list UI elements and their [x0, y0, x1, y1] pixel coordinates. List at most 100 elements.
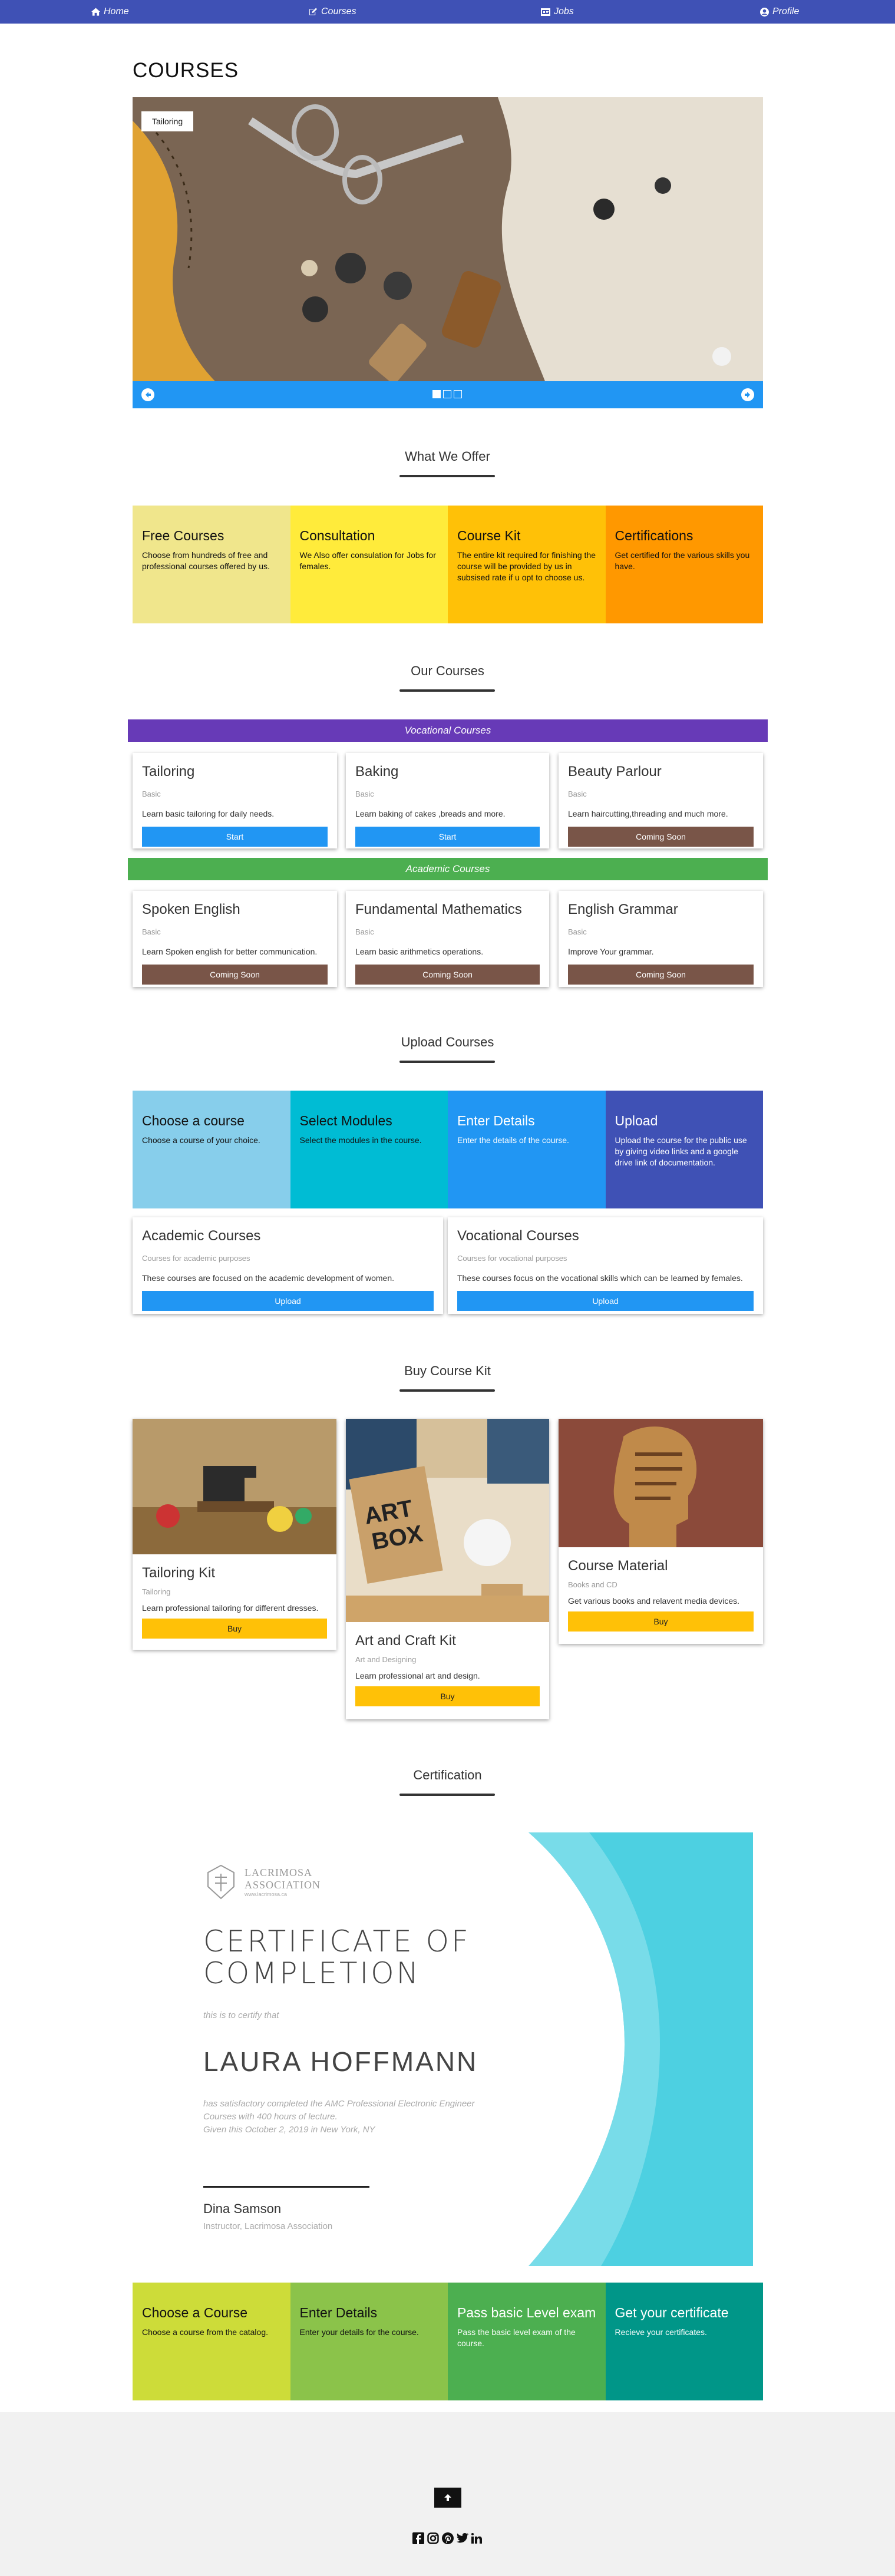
twitter-icon[interactable]	[457, 2533, 468, 2544]
carousel-dot-2[interactable]	[443, 390, 451, 398]
offer-tile: Course Kit The entire kit required for fi…	[448, 506, 606, 623]
nav-home[interactable]: Home	[91, 6, 129, 17]
instagram-icon[interactable]	[427, 2532, 439, 2544]
upload-button[interactable]: Upload	[142, 1291, 434, 1311]
buy-button[interactable]: Buy	[142, 1619, 327, 1639]
upload-button[interactable]: Upload	[457, 1291, 754, 1311]
nav-jobs-label: Jobs	[554, 6, 574, 16]
association-seal-icon	[207, 1864, 235, 1900]
section-title-upload: Upload Courses	[401, 1035, 494, 1049]
course-level: Basic	[355, 927, 374, 936]
upload-step-title: Enter Details	[457, 1113, 535, 1128]
offer-tile-title: Certifications	[615, 528, 693, 543]
vocational-band: Vocational Courses	[128, 719, 768, 742]
upload-card: Vocational Courses Courses for vocationa…	[448, 1217, 763, 1314]
section-divider	[399, 1389, 495, 1392]
pinterest-icon[interactable]	[442, 2532, 454, 2544]
cert-step-tile: Choose a Course Choose a course from the …	[133, 2283, 290, 2400]
course-name: Spoken English	[142, 901, 240, 917]
upload-card-title: Vocational Courses	[457, 1228, 579, 1244]
offer-tile: Certifications Get certified for the vari…	[605, 506, 763, 623]
certificate-body-line3: Given this October 2, 2019 in New York, …	[203, 2125, 375, 2135]
offer-tiles: Free Courses Choose from hundreds of free…	[133, 506, 763, 623]
facebook-icon[interactable]	[412, 2532, 424, 2544]
course-carousel[interactable]: Tailoring	[133, 97, 763, 408]
kit-sub: Art and Designing	[355, 1655, 417, 1664]
kit-desc: Learn professional tailoring for differe…	[142, 1603, 319, 1613]
nav-profile[interactable]: Profile	[760, 6, 799, 17]
section-title-courses: Our Courses	[411, 663, 484, 678]
course-card: Tailoring Basic Learn basic tailoring fo…	[133, 753, 337, 848]
nav-jobs[interactable]: Jobs	[541, 6, 574, 17]
upload-step-title: Choose a course	[142, 1113, 245, 1128]
start-button[interactable]: Start	[142, 827, 328, 847]
carousel-caption: Tailoring	[141, 111, 194, 131]
section-title-offer: What We Offer	[405, 449, 490, 464]
course-level: Basic	[142, 790, 161, 798]
cert-step-text: Choose a course from the catalog.	[142, 2327, 269, 2337]
org-name-line1: LACRIMOSA	[245, 1867, 313, 1878]
kit-desc: Get various books and relavent media dev…	[568, 1596, 740, 1606]
offer-tile: Consultation We Also offer consulation fo…	[290, 506, 448, 623]
carousel-prev-button[interactable]	[141, 388, 154, 401]
arrow-right-icon	[745, 392, 750, 398]
scroll-top-button[interactable]	[434, 2488, 461, 2508]
carousel-dot-1[interactable]	[432, 390, 441, 398]
buy-button[interactable]: Buy	[355, 1686, 540, 1706]
course-level: Basic	[568, 790, 587, 798]
certificate-sample: LACRIMOSA ASSOCIATION www.lacrimosa.ca C…	[141, 1832, 753, 2266]
certificate-body-line1: has satisfactory completed the AMC Profe…	[203, 2099, 475, 2109]
cert-step-title: Enter Details	[299, 2305, 378, 2320]
cert-step-tile: Get your certificate Recieve your certifi…	[605, 2283, 763, 2400]
book-head-image	[559, 1419, 763, 1547]
certificate-logo: LACRIMOSA ASSOCIATION www.lacrimosa.ca	[203, 1863, 321, 1901]
nav-courses[interactable]: Courses	[309, 6, 356, 17]
course-desc: Learn haircutting,threading and much mor…	[568, 809, 728, 818]
upload-step-text: Choose a course of your choice.	[142, 1135, 260, 1145]
linkedin-icon[interactable]	[471, 2533, 482, 2544]
certificate-heading-line1: CERTIFICATE OF	[203, 1924, 471, 1959]
org-name-line2: ASSOCIATION	[245, 1879, 321, 1891]
section-title-certification: Certification	[413, 1768, 482, 1782]
section-divider	[399, 1794, 495, 1796]
cert-step-title: Get your certificate	[615, 2305, 729, 2320]
cert-step-text: Pass the basic level exam of the course.	[457, 2327, 576, 2348]
coming-soon-button[interactable]: Coming Soon	[355, 965, 540, 985]
certificate-heading-line2: COMPLETION	[203, 1956, 421, 1990]
carousel-indicators	[432, 390, 462, 398]
kit-name: Course Material	[568, 1558, 668, 1574]
coming-soon-button[interactable]: Coming Soon	[568, 965, 754, 985]
certificate-steps: Choose a Course Choose a course from the …	[133, 2283, 763, 2400]
arrow-up-icon	[444, 2494, 451, 2501]
tailoring-slide-image: Tailoring	[133, 97, 763, 381]
coming-soon-button[interactable]: Coming Soon	[568, 827, 754, 847]
top-navbar: Home Courses Jobs Profile	[0, 0, 895, 24]
cert-step-text: Enter your details for the course.	[299, 2327, 419, 2337]
home-icon	[91, 8, 100, 16]
carousel-control-bar	[133, 381, 763, 408]
section-divider	[399, 689, 495, 692]
carousel-next-button[interactable]	[741, 388, 754, 401]
buy-button[interactable]: Buy	[568, 1611, 754, 1632]
footer	[0, 2412, 895, 2576]
upload-card-sub: Courses for vocational purposes	[457, 1254, 567, 1263]
social-links	[412, 2532, 482, 2544]
certificate-body-line2: Courses with 400 hours of lecture.	[203, 2112, 338, 2122]
course-card: Beauty Parlour Basic Learn haircutting,t…	[559, 753, 763, 848]
cert-step-text: Recieve your certificates.	[615, 2327, 707, 2337]
start-button[interactable]: Start	[355, 827, 540, 847]
course-name: Beauty Parlour	[568, 764, 662, 780]
upload-step-text: Select the modules in the course.	[299, 1135, 422, 1145]
course-desc: Improve Your grammar.	[568, 947, 654, 956]
upload-steps: Choose a course Choose a course of your c…	[133, 1091, 763, 1208]
upload-card-title: Academic Courses	[142, 1228, 261, 1244]
upload-step-tile: Enter Details Enter the details of the co…	[448, 1091, 606, 1208]
offer-tile-text: Choose from hundreds of free and profess…	[142, 550, 270, 571]
coming-soon-button[interactable]: Coming Soon	[142, 965, 328, 985]
offer-tile-text: Get certified for the various skills you…	[615, 550, 750, 571]
carousel-dot-3[interactable]	[454, 390, 462, 398]
kit-desc: Learn professional art and design.	[355, 1671, 480, 1680]
section-divider	[399, 475, 495, 477]
cert-step-title: Pass basic Level exam	[457, 2305, 596, 2320]
kit-name: Tailoring Kit	[142, 1565, 216, 1581]
